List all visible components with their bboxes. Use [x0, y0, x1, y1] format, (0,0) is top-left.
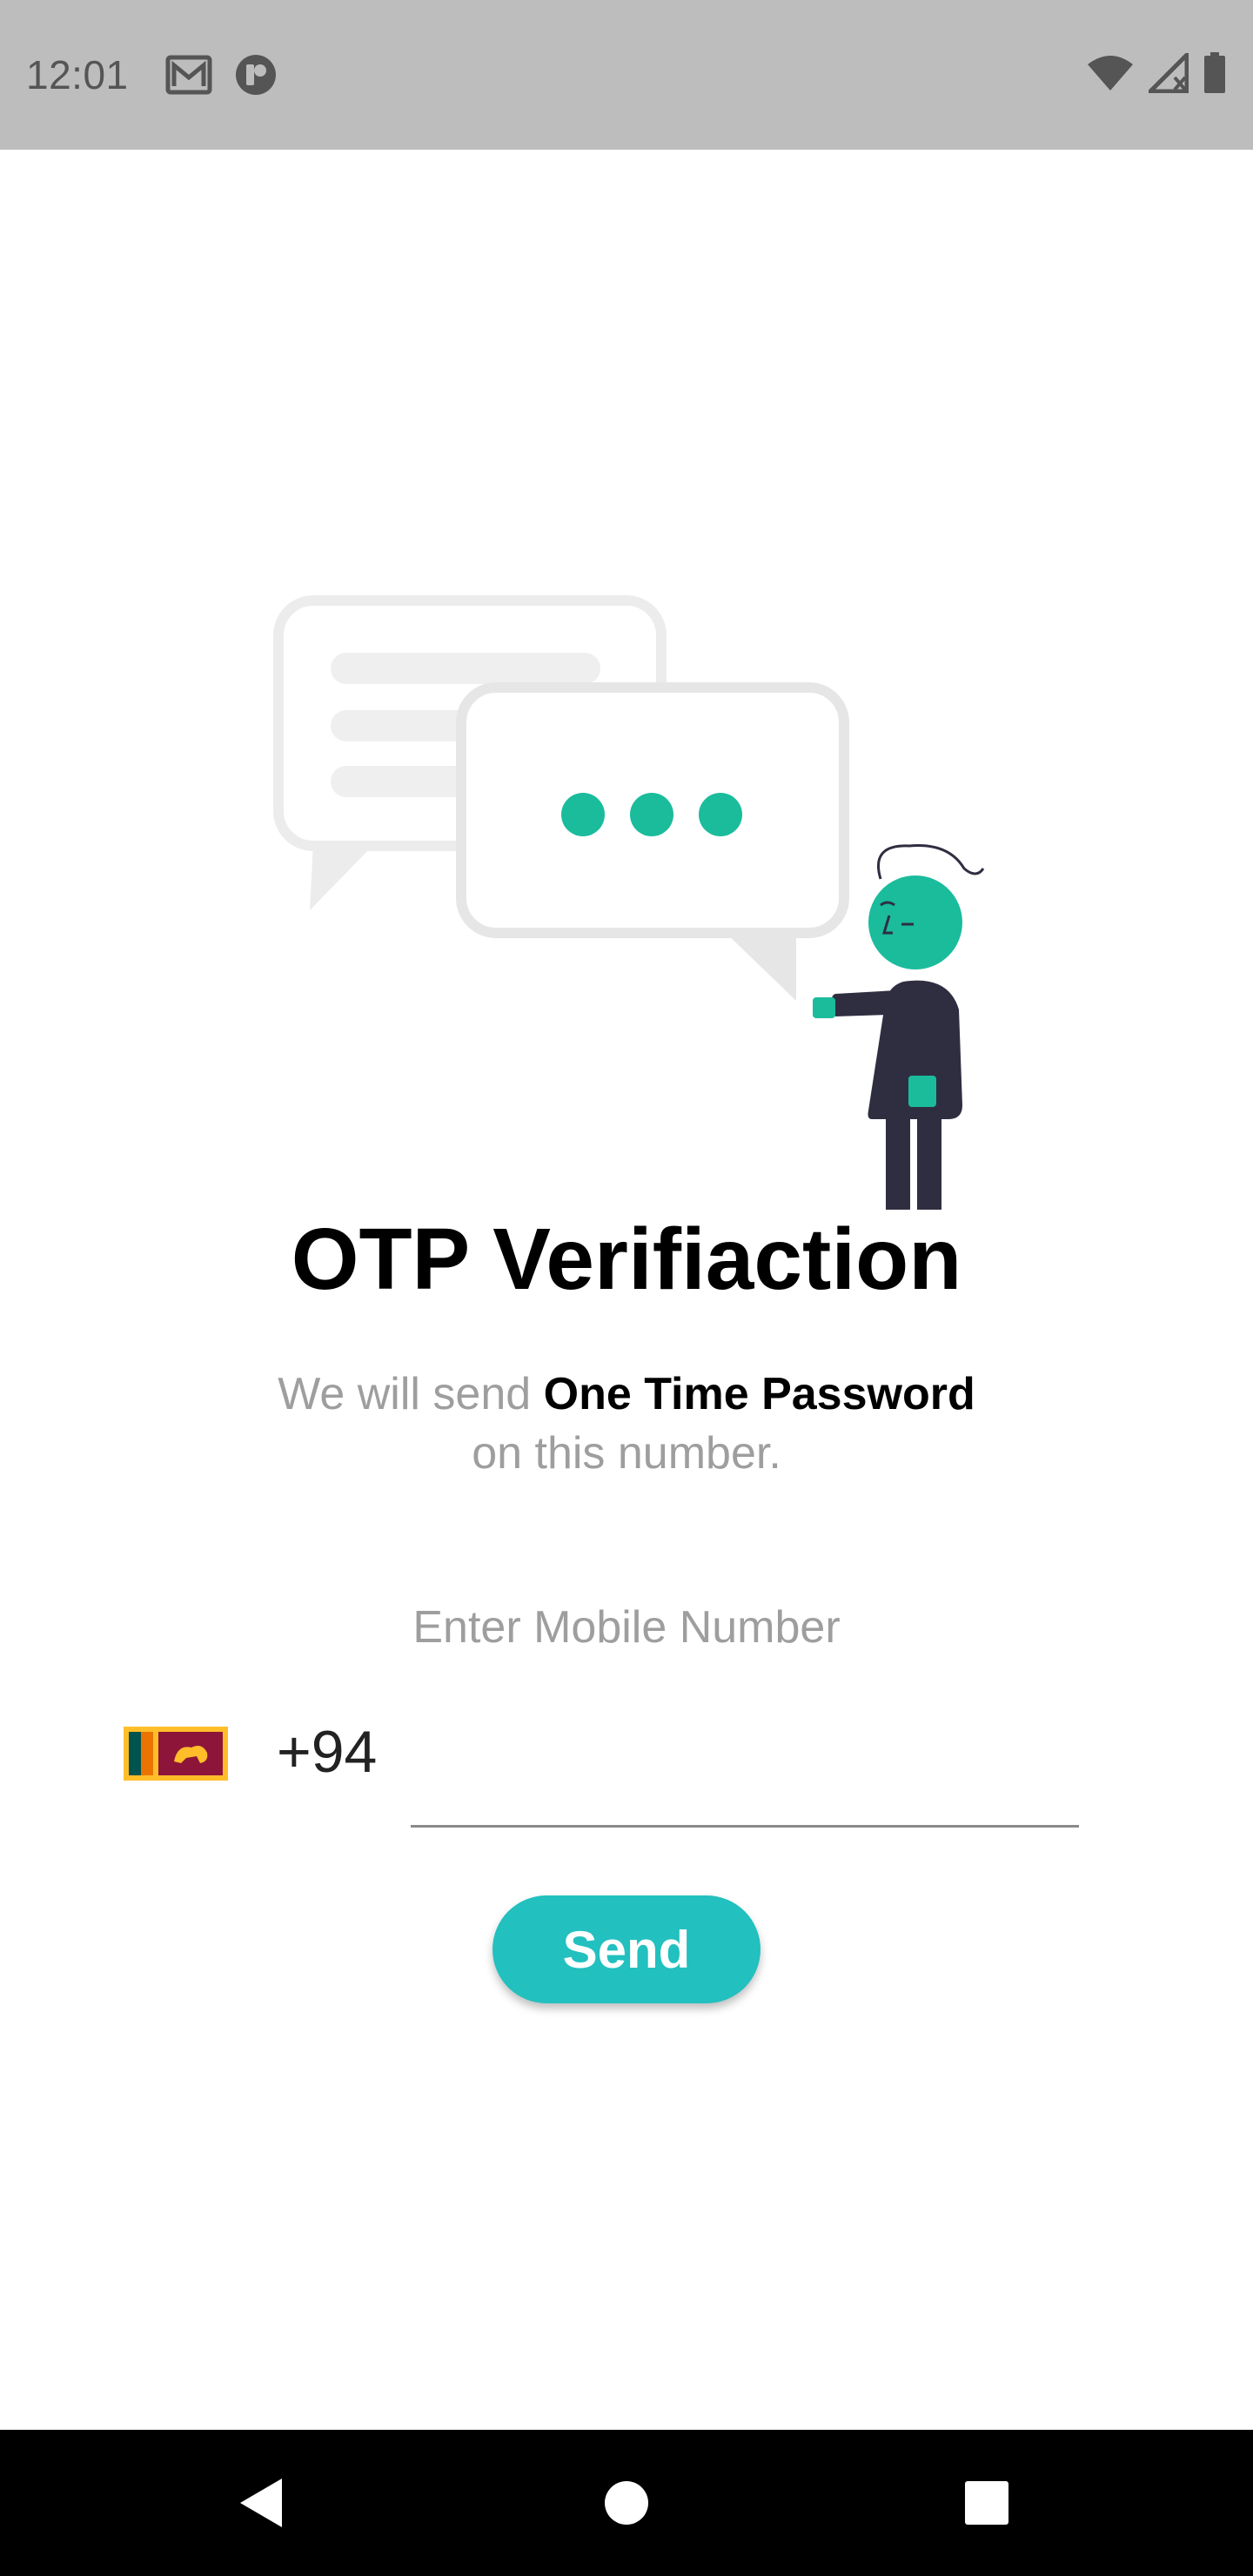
subtitle-emphasis: One Time Password — [543, 1369, 975, 1419]
status-time: 12:01 — [26, 52, 129, 97]
subtitle: We will send One Time Password on this n… — [0, 1365, 1253, 1483]
notification-app-icon — [235, 54, 277, 96]
country-code[interactable]: +94 — [277, 1718, 377, 1786]
phone-number-input[interactable] — [411, 1706, 1079, 1828]
otp-screen: 12:01 OTP Verifiaction We will send One … — [0, 0, 1253, 2576]
subtitle-line-2: on this number. — [472, 1428, 781, 1479]
sri-lanka-flag-icon[interactable] — [124, 1727, 228, 1781]
home-icon[interactable] — [604, 2480, 649, 2526]
battery-icon — [1203, 51, 1227, 98]
status-right-icons — [1086, 49, 1227, 98]
typing-dot — [561, 793, 605, 836]
back-icon[interactable] — [238, 2477, 284, 2529]
typing-dot — [630, 793, 673, 836]
typing-dot — [699, 793, 742, 836]
status-bar: 12:01 — [0, 0, 1253, 150]
navigation-bar — [0, 2430, 1253, 2576]
otp-illustration — [261, 592, 1009, 1218]
recents-icon[interactable] — [964, 2480, 1009, 2526]
send-button[interactable]: Send — [492, 1895, 761, 2003]
front-chat-bubble — [456, 682, 849, 1001]
page-title: OTP Verifiaction — [291, 1211, 962, 1308]
gmail-icon — [165, 55, 212, 95]
subtitle-line-1: We will send One Time Password — [0, 1365, 1253, 1424]
signal-icon — [1144, 49, 1189, 97]
mobile-number-label: Enter Mobile Number — [412, 1602, 841, 1653]
phone-input-row: +94 — [0, 1706, 1253, 1836]
wifi-icon — [1086, 54, 1135, 97]
subtitle-prefix: We will send — [278, 1369, 544, 1419]
